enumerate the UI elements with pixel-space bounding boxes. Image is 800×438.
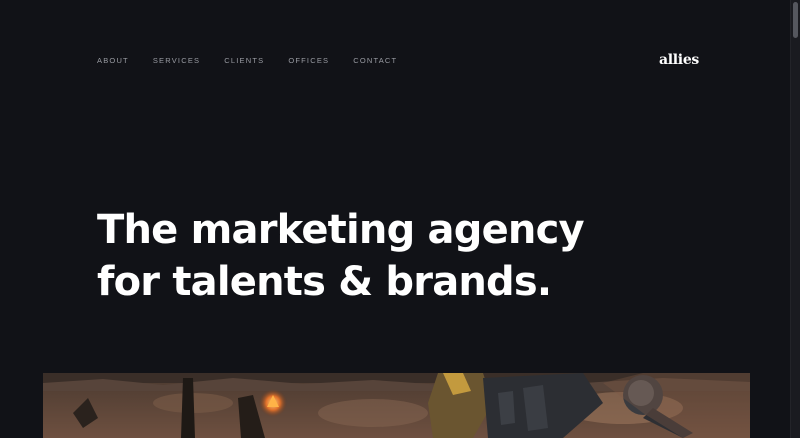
page: ABOUT SERVICES CLIENTS OFFICES CONTACT a… xyxy=(0,0,800,438)
nav-item-offices[interactable]: OFFICES xyxy=(288,56,329,66)
scrollbar-thumb[interactable] xyxy=(793,2,798,38)
nav-item-clients[interactable]: CLIENTS xyxy=(224,56,264,66)
nav-item-services[interactable]: SERVICES xyxy=(153,56,200,66)
hero-headline: The marketing agency for talents & brand… xyxy=(97,204,657,308)
page-scrollbar[interactable] xyxy=(790,0,800,438)
hero-video-still[interactable] xyxy=(43,373,750,438)
nav-item-about[interactable]: ABOUT xyxy=(97,56,129,66)
hero-media-image xyxy=(43,373,750,438)
hero-headline-line-1: The marketing agency xyxy=(97,207,585,253)
nav-item-contact[interactable]: CONTACT xyxy=(353,56,397,66)
main-nav: ABOUT SERVICES CLIENTS OFFICES CONTACT xyxy=(97,56,421,66)
brand-logo[interactable]: allies xyxy=(659,52,699,68)
hero-headline-line-2: for talents & brands. xyxy=(97,259,552,305)
